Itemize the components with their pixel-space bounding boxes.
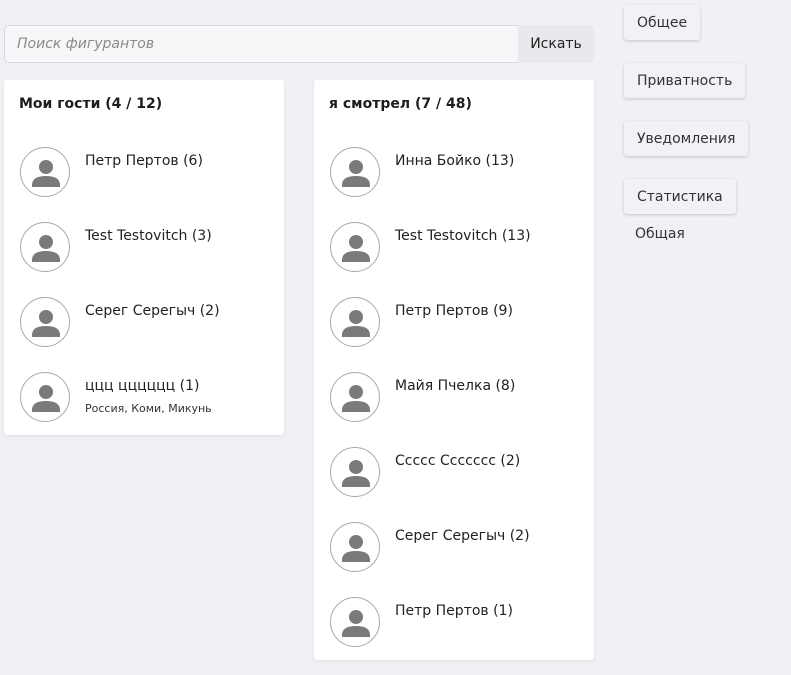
list-item[interactable]: Петр Пертов (1) — [330, 597, 580, 647]
person-name[interactable]: Test Testovitch (13) — [395, 228, 531, 244]
person-name[interactable]: Майя Пчелка (8) — [395, 378, 515, 394]
avatar — [330, 522, 380, 572]
list-item[interactable]: Test Testovitch (3) — [20, 222, 270, 272]
avatar — [20, 222, 70, 272]
person-name[interactable]: Инна Бойко (13) — [395, 153, 514, 169]
avatar — [20, 297, 70, 347]
search-input[interactable] — [4, 25, 518, 63]
person-name[interactable]: Ссссс Ссссссс (2) — [395, 453, 520, 469]
user-silhouette-icon — [342, 235, 370, 262]
avatar — [330, 447, 380, 497]
person-name[interactable]: Серег Серегыч (2) — [85, 303, 220, 319]
guests-card: Мои гости (4 / 12) Петр Пертов (6) Test … — [4, 80, 284, 435]
user-silhouette-icon — [32, 310, 60, 337]
person-name[interactable]: Петр Пертов (6) — [85, 153, 203, 169]
tab-statistics[interactable]: Статистика — [624, 179, 736, 214]
sidebar-item-general-stats[interactable]: Общая — [635, 226, 685, 242]
list-item[interactable]: Петр Пертов (6) — [20, 147, 270, 197]
tab-general[interactable]: Общее — [624, 5, 701, 40]
guests-title: Мои гости (4 / 12) — [19, 96, 163, 112]
list-item[interactable]: Серег Серегыч (2) — [20, 297, 270, 347]
tab-notifications[interactable]: Уведомления — [624, 121, 749, 156]
person-name[interactable]: Петр Пертов (1) — [395, 603, 513, 619]
avatar — [20, 147, 70, 197]
user-silhouette-icon — [342, 310, 370, 337]
list-item[interactable]: Test Testovitch (13) — [330, 222, 580, 272]
person-name[interactable]: Серег Серегыч (2) — [395, 528, 530, 544]
avatar — [330, 297, 380, 347]
list-item[interactable]: Майя Пчелка (8) — [330, 372, 580, 422]
user-silhouette-icon — [342, 160, 370, 187]
list-item[interactable]: Серег Серегыч (2) — [330, 522, 580, 572]
avatar — [330, 372, 380, 422]
avatar — [20, 372, 70, 422]
search-button[interactable]: Искать — [518, 25, 594, 63]
person-location: Россия, Коми, Микунь — [85, 402, 212, 415]
tab-privacy[interactable]: Приватность — [624, 63, 746, 98]
list-item[interactable]: Петр Пертов (9) — [330, 297, 580, 347]
user-silhouette-icon — [32, 235, 60, 262]
user-silhouette-icon — [342, 610, 370, 637]
user-silhouette-icon — [342, 535, 370, 562]
viewed-card: я смотрел (7 / 48) Инна Бойко (13) Test … — [314, 80, 594, 660]
person-name[interactable]: Test Testovitch (3) — [85, 228, 212, 244]
list-item[interactable]: Инна Бойко (13) — [330, 147, 580, 197]
user-silhouette-icon — [32, 160, 60, 187]
user-silhouette-icon — [342, 385, 370, 412]
person-name[interactable]: ццц цццццц (1) — [85, 378, 200, 394]
avatar — [330, 147, 380, 197]
avatar — [330, 597, 380, 647]
avatar — [330, 222, 380, 272]
list-item[interactable]: ццц цццццц (1) Россия, Коми, Микунь — [20, 372, 270, 422]
user-silhouette-icon — [32, 385, 60, 412]
person-name[interactable]: Петр Пертов (9) — [395, 303, 513, 319]
user-silhouette-icon — [342, 460, 370, 487]
viewed-title: я смотрел (7 / 48) — [329, 96, 472, 112]
search-bar: Искать — [4, 25, 594, 63]
list-item[interactable]: Ссссс Ссссссс (2) — [330, 447, 580, 497]
